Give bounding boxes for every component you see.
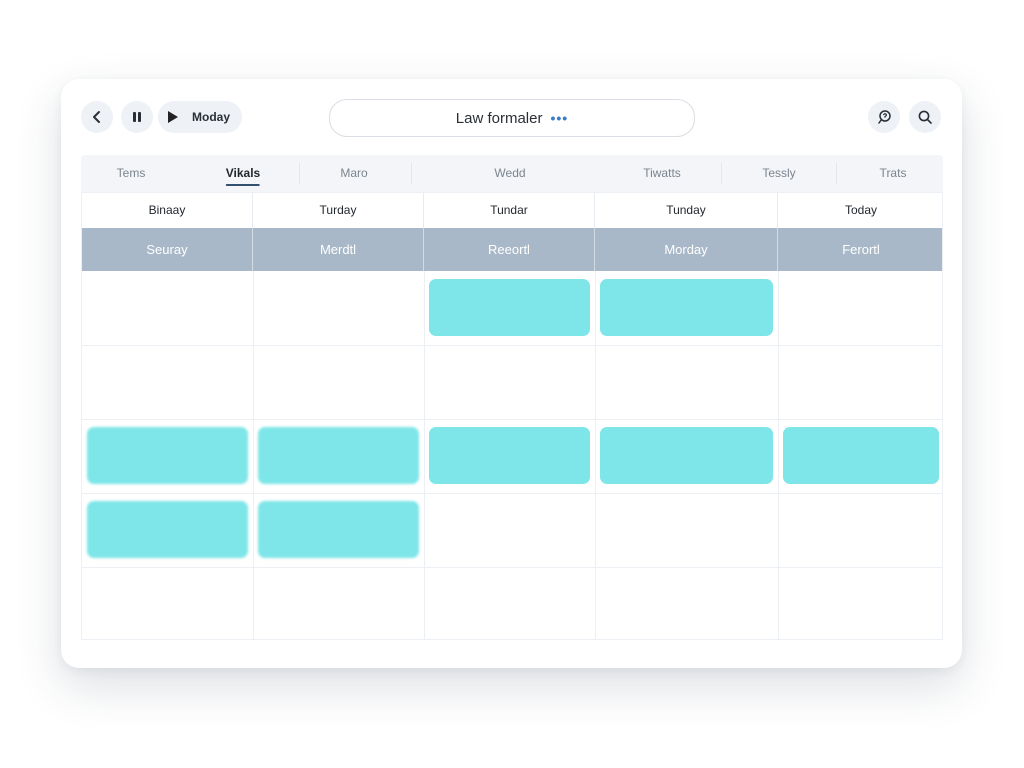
pause-button[interactable] <box>121 101 153 133</box>
day-header: Binaay <box>82 193 253 228</box>
event-block[interactable] <box>600 279 773 336</box>
row-divider <box>82 419 942 420</box>
search-field[interactable]: Law formaler ••• <box>329 99 695 137</box>
column-divider <box>778 271 779 640</box>
row-divider <box>82 493 942 494</box>
search-icon <box>918 110 932 124</box>
event-block[interactable] <box>429 279 590 336</box>
event-block[interactable] <box>600 427 773 484</box>
tab-tiwatts[interactable]: Tiwatts <box>643 155 681 192</box>
help-button[interactable] <box>868 101 900 133</box>
event-block[interactable] <box>87 501 248 558</box>
calendar-grid: Binaay Turday Tundar Tunday Today Seuray… <box>81 192 943 640</box>
column-divider <box>424 271 425 640</box>
event-block[interactable] <box>429 427 590 484</box>
calendar-card: Moday Law formaler ••• Tems Vikals Maro <box>61 79 962 668</box>
column-divider <box>253 271 254 640</box>
tab-wedd[interactable]: Wedd <box>494 155 525 192</box>
tab-trats[interactable]: Trats <box>880 155 907 192</box>
day-header: Tundar <box>424 193 595 228</box>
back-button[interactable] <box>81 101 113 133</box>
event-block[interactable] <box>783 427 939 484</box>
banner-cell[interactable]: Seuray <box>82 228 253 271</box>
row-divider <box>82 345 942 346</box>
help-bubble-icon <box>878 110 891 124</box>
day-header: Today <box>844 203 878 217</box>
column-divider <box>595 271 596 640</box>
toolbar: Moday Law formaler ••• <box>61 79 962 155</box>
tab-divider <box>721 163 722 184</box>
view-tabs: Tems Vikals Maro Wedd Tiwatts Tessly Tra… <box>81 155 943 192</box>
tab-tessly[interactable]: Tessly <box>762 155 795 192</box>
tab-maro[interactable]: Maro <box>340 155 367 192</box>
tab-divider <box>836 163 837 184</box>
row-divider <box>82 567 942 568</box>
chevron-left-icon <box>93 111 100 123</box>
day-header-row: Binaay Turday Tundar Tunday Today <box>82 193 942 228</box>
tab-divider <box>411 163 412 184</box>
time-slot-grid <box>82 271 942 640</box>
day-header: Tunday <box>595 193 778 228</box>
event-block[interactable] <box>258 501 419 558</box>
search-field-text: Law formaler <box>455 109 543 127</box>
play-button-label: Moday <box>192 110 231 124</box>
tab-tems[interactable]: Tems <box>117 155 146 192</box>
banner-cell[interactable]: Morday <box>595 228 778 271</box>
event-block[interactable] <box>258 427 419 484</box>
more-dots-icon[interactable]: ••• <box>550 110 568 126</box>
banner-cell[interactable]: Ferortl <box>778 228 944 271</box>
banner-cell[interactable]: Merdtl <box>253 228 424 271</box>
tab-vikals[interactable]: Vikals <box>225 155 261 192</box>
play-button[interactable]: Moday <box>158 101 242 133</box>
pause-icon <box>133 112 141 122</box>
banner-row: Seuray Merdtl Reeortl Morday Ferortl <box>82 228 942 271</box>
event-block[interactable] <box>87 427 248 484</box>
banner-cell[interactable]: Reeortl <box>424 228 595 271</box>
search-button[interactable] <box>909 101 941 133</box>
play-icon <box>168 111 178 123</box>
day-header: Turday <box>253 193 424 228</box>
tab-divider <box>299 163 300 184</box>
